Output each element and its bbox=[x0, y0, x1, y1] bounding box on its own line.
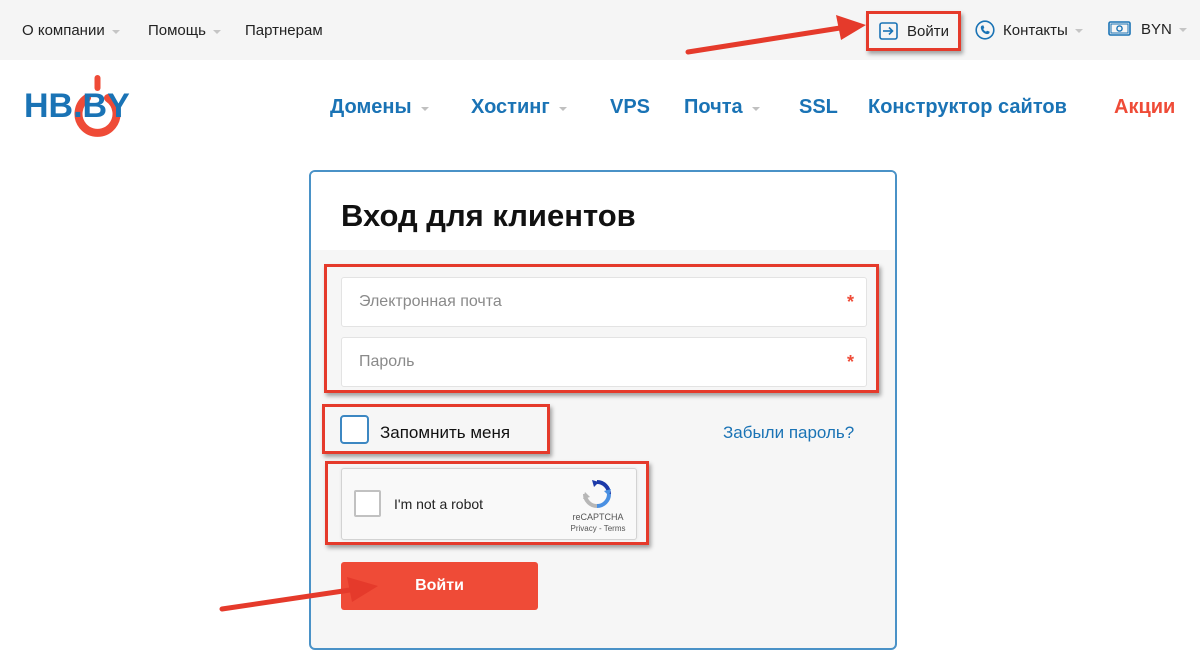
nav-domains-label: Домены bbox=[330, 96, 412, 118]
partners-link[interactable]: Партнерам bbox=[245, 22, 323, 39]
recaptcha-checkbox[interactable] bbox=[354, 490, 381, 517]
remember-me-label[interactable]: Запомнить меня bbox=[380, 423, 510, 443]
help-label: Помощь bbox=[148, 22, 206, 39]
login-top-button[interactable]: Войти bbox=[866, 11, 961, 51]
about-menu[interactable]: О компании bbox=[22, 22, 120, 39]
login-title: Вход для клиентов bbox=[341, 198, 636, 233]
login-card-header: Вход для клиентов bbox=[311, 172, 895, 250]
nav-promo-label: Акции bbox=[1114, 96, 1176, 118]
recaptcha-brand: reCAPTCHA bbox=[572, 512, 624, 522]
nav-vps[interactable]: VPS bbox=[610, 96, 650, 119]
forgot-password-link[interactable]: Забыли пароль? bbox=[723, 423, 854, 443]
nav-vps-label: VPS bbox=[610, 96, 651, 118]
nav-hosting-label: Хостинг bbox=[471, 96, 550, 118]
remember-me-checkbox[interactable] bbox=[340, 415, 369, 444]
site-logo[interactable]: HB.BY bbox=[24, 74, 144, 144]
logo-text: HB.BY bbox=[24, 87, 130, 125]
login-top-label: Войти bbox=[907, 22, 949, 40]
nav-hosting[interactable]: Хостинг bbox=[471, 96, 567, 119]
about-label: О компании bbox=[22, 22, 105, 39]
nav-promo[interactable]: Акции bbox=[1114, 96, 1175, 119]
password-field[interactable] bbox=[342, 338, 866, 386]
chevron-down-icon bbox=[558, 106, 567, 111]
nav-mail[interactable]: Почта bbox=[684, 96, 760, 119]
contacts-label: Контакты bbox=[1003, 21, 1068, 39]
chevron-down-icon bbox=[751, 106, 760, 111]
login-icon bbox=[879, 22, 898, 40]
recaptcha-terms-link[interactable]: Privacy - Terms bbox=[542, 524, 654, 533]
money-icon bbox=[1108, 21, 1131, 36]
nav-ssl[interactable]: SSL bbox=[799, 96, 838, 119]
help-menu[interactable]: Помощь bbox=[148, 22, 221, 39]
chevron-down-icon bbox=[1178, 28, 1187, 32]
chevron-down-icon bbox=[111, 29, 120, 34]
nav-domains[interactable]: Домены bbox=[330, 96, 429, 119]
contacts-menu[interactable]: Контакты bbox=[975, 20, 1083, 40]
nav-builder-label: Конструктор сайтов bbox=[868, 96, 1067, 118]
currency-label: BYN bbox=[1141, 20, 1172, 38]
recaptcha-widget: I'm not a robot reCAPTCHA Privacy - Term… bbox=[341, 468, 637, 540]
nav-mail-label: Почта bbox=[684, 96, 743, 118]
recaptcha-icon bbox=[583, 480, 611, 508]
recaptcha-label: I'm not a robot bbox=[394, 496, 484, 512]
required-mark: * bbox=[846, 292, 854, 312]
chevron-down-icon bbox=[420, 106, 429, 111]
login-card: Вход для клиентов * * Запомнить меня Заб… bbox=[309, 170, 897, 650]
login-submit-button[interactable]: Войти bbox=[341, 562, 538, 610]
email-field[interactable] bbox=[342, 278, 866, 326]
email-field-wrapper: * bbox=[341, 277, 867, 327]
currency-selector[interactable]: BYN bbox=[1108, 20, 1187, 38]
chevron-down-icon bbox=[1074, 29, 1083, 33]
phone-icon bbox=[975, 20, 995, 40]
top-bar: О компании Помощь Партнерам Войти Контак… bbox=[0, 0, 1200, 60]
nav-builder[interactable]: Конструктор сайтов bbox=[868, 96, 1067, 119]
required-mark: * bbox=[846, 352, 854, 372]
chevron-down-icon bbox=[212, 29, 221, 34]
partners-label: Партнерам bbox=[245, 22, 323, 39]
password-field-wrapper: * bbox=[341, 337, 867, 387]
nav-ssl-label: SSL bbox=[799, 96, 838, 118]
